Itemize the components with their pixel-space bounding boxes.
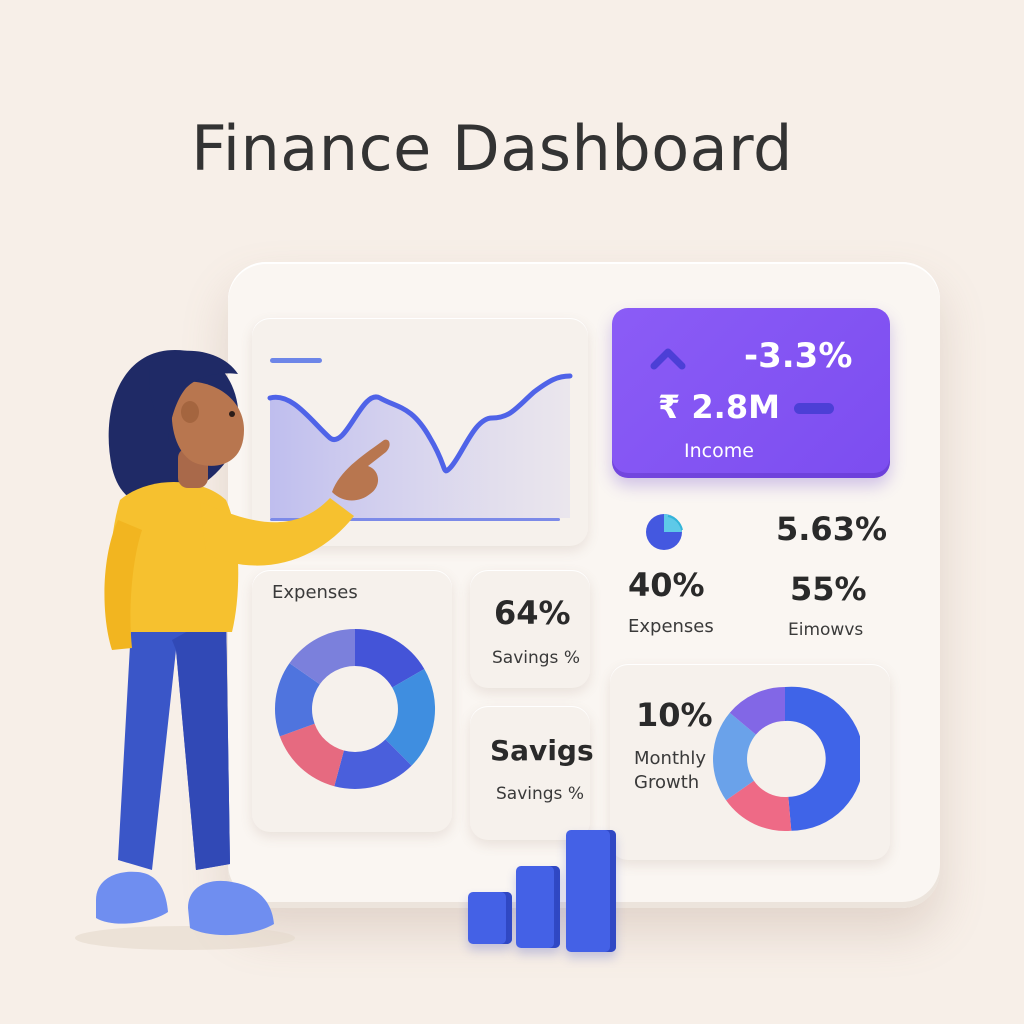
expenses-stat-label: Expenses [628,616,714,637]
income-card[interactable]: -3.3% ₹ 2.8M Income [612,308,890,478]
chevron-up-icon [650,348,686,370]
expenses-donut-chart [274,629,436,790]
line-chart-baseline [270,518,560,521]
percent-stat-label-2: Eimowvs [788,620,864,640]
bar-block [468,892,512,944]
savings-label: Savings % [492,648,580,668]
bar-block [566,830,616,952]
savings-card-2[interactable]: Savigs Savings % [470,706,594,840]
line-chart-card[interactable] [252,318,588,546]
monthly-growth-card[interactable]: 10% Monthly Growth [610,664,890,860]
growth-label-line2: Growth [634,772,700,793]
donut-slice [785,686,860,831]
legend-dash [270,358,322,363]
mini-pie-icon [646,514,683,550]
income-label: Income [684,440,754,462]
income-change: -3.3% [744,336,853,376]
page-title: Finance Dashboard [191,112,793,185]
bar-block [516,866,560,948]
savings-card[interactable]: 64% Savings % [470,570,590,688]
savings-label-2: Savings % [496,784,584,804]
line-chart [267,358,573,521]
expenses-card[interactable]: Expenses [252,570,452,832]
income-amount: ₹ 2.8M [658,388,780,426]
savings-value: 64% [494,594,571,632]
percent-stat-value-2: 55% [790,570,867,608]
donut-slice [279,723,344,787]
growth-value: 10% [636,696,713,734]
growth-label-line1: Monthly [634,748,707,769]
expenses-stat-value: 40% [628,566,705,604]
growth-donut-chart [713,686,860,831]
expenses-card-title: Expenses [272,582,358,603]
savings-value-2: Savigs [490,734,594,767]
minus-icon [794,403,834,414]
percent-stat-value: 5.63% [776,510,888,548]
